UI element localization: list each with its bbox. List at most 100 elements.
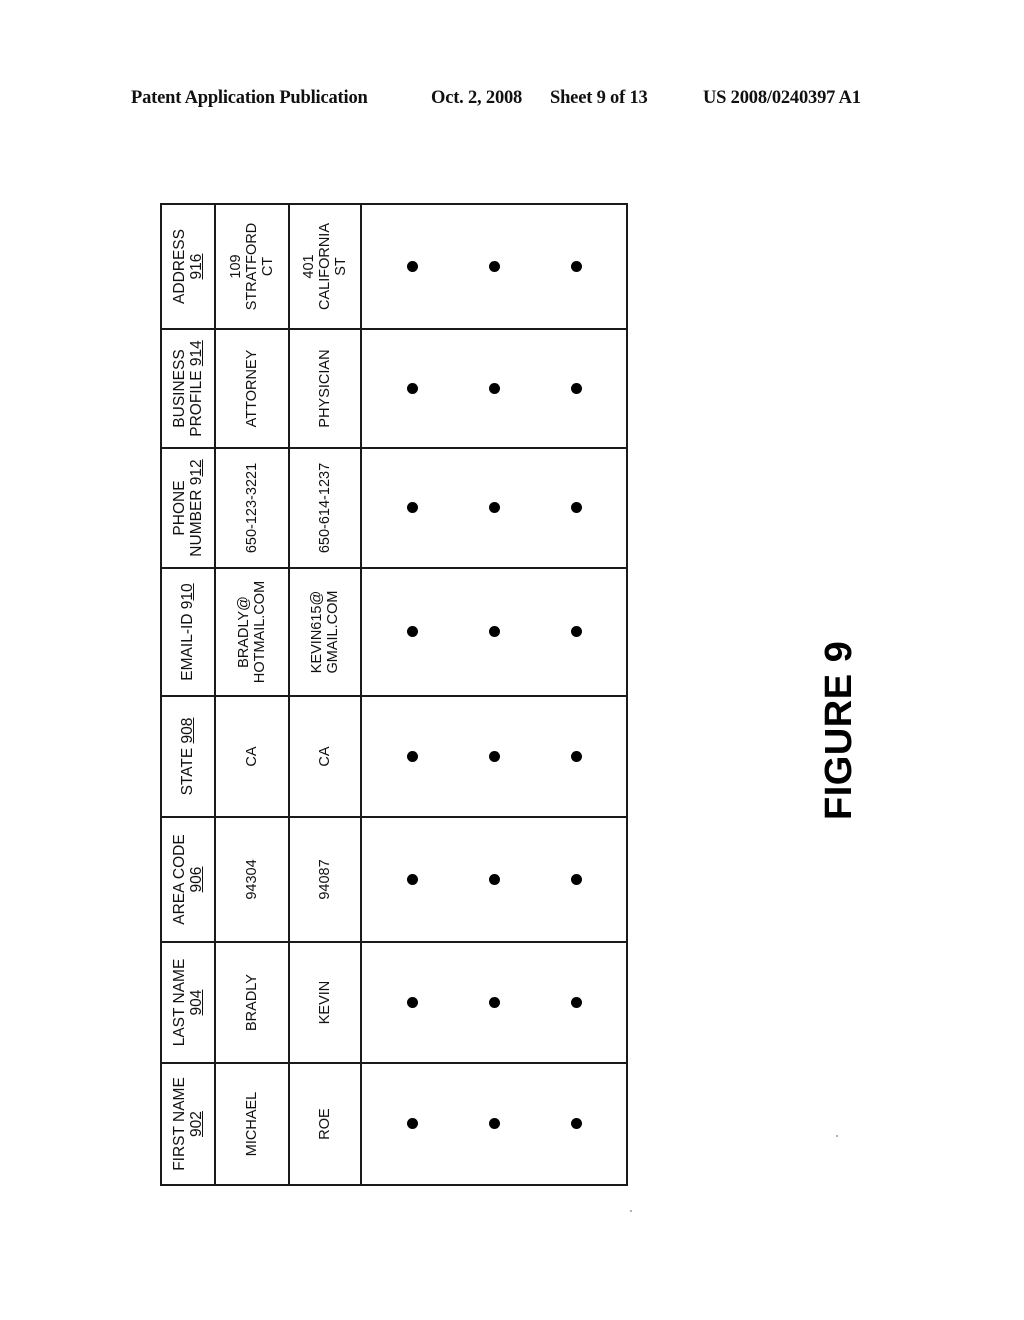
- cell-state: CA: [289, 696, 361, 817]
- scan-artifact: [630, 1210, 632, 1212]
- dot-icon: [406, 874, 418, 885]
- email-line: GMAIL.COM: [325, 590, 341, 674]
- reference-numeral: 914: [188, 340, 205, 367]
- cell-area-code: 94304: [215, 817, 289, 942]
- email-line: HOTMAIL.COM: [252, 580, 268, 684]
- dot-icon: [488, 874, 500, 885]
- column-label: STATE: [179, 747, 197, 796]
- contact-table-container: FIRST NAME 902 LAST NAME 904 AREA CODE 9…: [160, 203, 628, 1186]
- column-header-address: ADDRESS 916: [161, 204, 215, 329]
- reference-numeral: 10: [179, 583, 197, 601]
- publication-title: Patent Application Publication: [131, 88, 368, 108]
- ellipsis-dots: [406, 334, 582, 443]
- cell-first-name: ROE: [289, 1063, 361, 1185]
- cell-business-profile: ATTORNEY: [215, 329, 289, 448]
- cell-first-name-continuation: [361, 1063, 627, 1185]
- dot-icon: [406, 383, 418, 394]
- address-line: 401: [300, 254, 317, 279]
- table-row: ROE KEVIN 94087 CA KEVIN615@ GMAIL.COM 6…: [289, 204, 361, 1185]
- ellipsis-dots: [406, 453, 582, 563]
- cell-email-id-continuation: [361, 568, 627, 696]
- dot-icon: [406, 997, 418, 1008]
- address-line: 109: [227, 254, 244, 279]
- dot-icon: [488, 383, 500, 394]
- cell-last-name: KEVIN: [289, 942, 361, 1063]
- address-line: CT: [260, 256, 277, 277]
- column-label: LAST NAME: [170, 958, 188, 1047]
- dot-icon: [570, 383, 582, 394]
- email-line: KEVIN615@: [308, 590, 325, 674]
- dot-icon: [488, 997, 500, 1008]
- cell-email-id: KEVIN615@ GMAIL.COM: [289, 568, 361, 696]
- column-label: EMAIL-ID 9: [179, 600, 197, 681]
- dot-icon: [570, 751, 582, 762]
- dot-icon: [406, 502, 418, 514]
- cell-area-code: 94087: [289, 817, 361, 942]
- column-label: FIRST NAME: [170, 1077, 188, 1171]
- column-label: AREA CODE: [170, 834, 188, 925]
- ellipsis-dots: [406, 947, 582, 1058]
- reference-numeral: 908: [179, 717, 197, 744]
- cell-address-continuation: [361, 204, 627, 329]
- dot-icon: [488, 502, 500, 514]
- column-header-email-id: EMAIL-ID 910: [161, 568, 215, 696]
- dot-icon: [488, 261, 500, 272]
- continuation-row: [361, 204, 627, 1185]
- dot-icon: [488, 751, 500, 762]
- cell-last-name-continuation: [361, 942, 627, 1063]
- ellipsis-dots: [406, 701, 582, 812]
- cell-phone-number-continuation: [361, 448, 627, 568]
- dot-icon: [570, 1118, 582, 1130]
- address-line: ST: [333, 257, 350, 276]
- reference-numeral: 904: [188, 989, 205, 1016]
- dot-icon: [570, 874, 582, 885]
- cell-address: 401 CALIFORNIA ST: [289, 204, 361, 329]
- reference-numeral: 906: [188, 866, 205, 893]
- scan-artifact: [836, 1135, 838, 1137]
- column-header-first-name: FIRST NAME 902: [161, 1063, 215, 1185]
- ellipsis-dots: [406, 209, 582, 324]
- sheet-number: Sheet 9 of 13: [550, 88, 648, 108]
- dot-icon: [570, 502, 582, 514]
- publication-date: Oct. 2, 2008: [431, 88, 523, 108]
- cell-state: CA: [215, 696, 289, 817]
- ellipsis-dots: [406, 1068, 582, 1180]
- cell-area-code-continuation: [361, 817, 627, 942]
- ellipsis-dots: [406, 822, 582, 937]
- dot-icon: [570, 261, 582, 272]
- patent-header: Patent Application Publication Oct. 2, 2…: [0, 88, 1024, 116]
- cell-last-name: BRADLY: [215, 942, 289, 1063]
- table-row: MICHAEL BRADLY 94304 CA BRADLY@ HOTMAIL.…: [215, 204, 289, 1185]
- cell-phone-number: 650-123-3221: [215, 448, 289, 568]
- dot-icon: [406, 751, 418, 762]
- cell-first-name: MICHAEL: [215, 1063, 289, 1185]
- dot-icon: [406, 1118, 418, 1130]
- dot-icon: [570, 997, 582, 1008]
- address-line: STRATFORD: [243, 222, 260, 311]
- contact-table: FIRST NAME 902 LAST NAME 904 AREA CODE 9…: [160, 203, 628, 1186]
- email-line: BRADLY@: [235, 596, 252, 668]
- dot-icon: [406, 261, 418, 272]
- dot-icon: [488, 626, 500, 638]
- cell-business-profile: PHYSICIAN: [289, 329, 361, 448]
- cell-email-id: BRADLY@ HOTMAIL.COM: [215, 568, 289, 696]
- patent-number: US 2008/0240397 A1: [703, 88, 861, 108]
- address-line: CALIFORNIA: [316, 223, 333, 311]
- dot-icon: [488, 1118, 500, 1130]
- dot-icon: [406, 626, 418, 638]
- reference-numeral: 902: [188, 1111, 205, 1137]
- table-header-row: FIRST NAME 902 LAST NAME 904 AREA CODE 9…: [161, 204, 215, 1185]
- figure-label: FIGURE 9: [818, 640, 860, 820]
- ellipsis-dots: [406, 573, 582, 691]
- column-header-state: STATE 908: [161, 696, 215, 817]
- dot-icon: [570, 626, 582, 638]
- cell-business-profile-continuation: [361, 329, 627, 448]
- cell-address: 109 STRATFORD CT: [215, 204, 289, 329]
- column-header-area-code: AREA CODE 906: [161, 817, 215, 942]
- column-header-phone-number: PHONE NUMBER 912: [161, 448, 215, 568]
- reference-numeral: 12: [188, 459, 205, 477]
- column-label: ADDRESS: [170, 229, 188, 304]
- column-header-business-profile: BUSINESS PROFILE 914: [161, 329, 215, 448]
- column-label: PHONE NUMBER 9: [170, 476, 205, 557]
- column-header-last-name: LAST NAME 904: [161, 942, 215, 1063]
